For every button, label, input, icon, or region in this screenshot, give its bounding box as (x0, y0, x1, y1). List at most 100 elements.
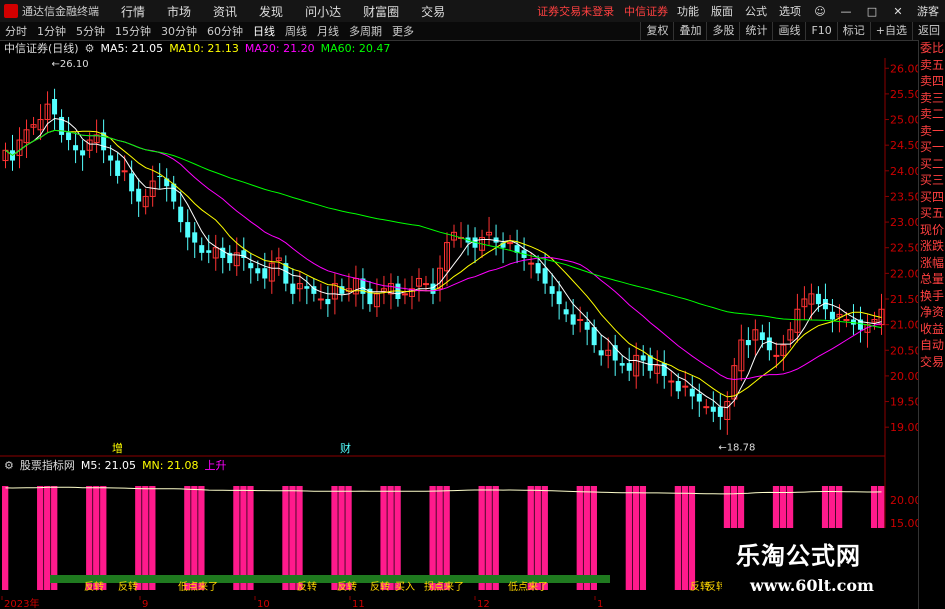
sidebar-item-17[interactable]: 收益 (919, 321, 945, 338)
sidebar-item-11[interactable]: 现价 (919, 222, 945, 239)
sidebar-item-16[interactable]: 净资 (919, 304, 945, 321)
sidebar-item-4[interactable]: 卖二 (919, 106, 945, 123)
y-tick-label-12: 20.00 (890, 370, 922, 383)
tool-mark[interactable]: 标记 (836, 22, 870, 40)
y-tick-label-3: 24.50 (890, 139, 922, 152)
period-5min[interactable]: 5分钟 (76, 23, 105, 39)
sidebar-item-13[interactable]: 涨幅 (919, 255, 945, 272)
site-watermark: 乐淘公式网 www.60lt.com (722, 528, 912, 604)
kline-chart[interactable]: 26.00 25.50 25.00 24.50 24.00 23.50 23.00 22.50… (0, 0, 945, 609)
y-tick-label-14: 19.00 (890, 421, 922, 434)
candle-body (149, 180, 156, 197)
candle-body (465, 237, 471, 243)
period-more[interactable]: 更多 (392, 23, 414, 39)
period-tick[interactable]: 分时 (5, 23, 27, 39)
tool-draw-line[interactable]: 画线 (772, 22, 805, 40)
menu-formula[interactable]: 公式 (745, 3, 767, 19)
candle-body (304, 286, 310, 289)
sidebar-item-5[interactable]: 卖一 (919, 123, 945, 140)
menu-item-ask[interactable]: 问小达 (305, 3, 341, 20)
menu-item-news[interactable]: 资讯 (213, 3, 237, 20)
indicator-bar (86, 486, 93, 590)
candle-body (829, 311, 835, 320)
minimize-icon[interactable]: — (839, 5, 853, 18)
sidebar-item-7[interactable]: 买二 (919, 156, 945, 173)
max-price-annotation: ←26.10 (52, 59, 89, 70)
candle-body (724, 401, 731, 420)
sidebar-item-6[interactable]: 买一 (919, 139, 945, 156)
y-tick-label-7: 22.50 (890, 242, 922, 255)
sidebar-item-8[interactable]: 买三 (919, 172, 945, 189)
tool-f10[interactable]: F10 (805, 22, 836, 40)
indicator-text-4: 反转 (337, 580, 357, 593)
sidebar-item-3[interactable]: 卖三 (919, 90, 945, 107)
indicator-line (5, 486, 882, 495)
ma60-label: MA60: 20.47 (320, 41, 391, 55)
app-logo-icon (4, 4, 18, 18)
login-notice[interactable]: 证券交易未登录 (537, 3, 614, 19)
menu-function[interactable]: 功能 (677, 3, 699, 19)
indicator-info-bar: ⚙ 股票指标网 M5: 21.05 MN: 21.08 上升 (0, 457, 232, 473)
candle-body (528, 262, 535, 265)
sidebar-item-15[interactable]: 换手 (919, 288, 945, 305)
candle-body (815, 293, 821, 305)
menu-item-market[interactable]: 行情 (121, 3, 145, 20)
close-icon[interactable]: ✕ (891, 5, 905, 18)
guest-label[interactable]: 游客 (917, 3, 939, 19)
menu-item-markets[interactable]: 市场 (167, 3, 191, 20)
menu-item-discover[interactable]: 发现 (259, 3, 283, 20)
period-weekly[interactable]: 周线 (285, 23, 307, 39)
tool-statistics[interactable]: 统计 (739, 22, 772, 40)
sidebar-item-10[interactable]: 买五 (919, 205, 945, 222)
period-60min[interactable]: 60分钟 (207, 23, 243, 39)
sidebar-item-2[interactable]: 卖四 (919, 73, 945, 90)
candle-body (486, 231, 493, 236)
indicator-name[interactable]: 股票指标网 (20, 457, 75, 473)
candle-body (787, 329, 794, 341)
candle-body (563, 309, 569, 315)
candle-body (458, 236, 465, 239)
candle-body (710, 406, 716, 412)
candle-body (745, 340, 751, 346)
menu-item-trade[interactable]: 交易 (421, 3, 445, 20)
period-15min[interactable]: 15分钟 (115, 23, 151, 39)
sidebar-item-19[interactable]: 交易 (919, 354, 945, 371)
sidebar-item-18[interactable]: 自动 (919, 337, 945, 354)
sidebar-item-12[interactable]: 涨跌 (919, 238, 945, 255)
ma10-label: MA10: 21.13 (169, 41, 239, 55)
candle-body (864, 324, 871, 333)
period-30min[interactable]: 30分钟 (161, 23, 197, 39)
sidebar-item-1[interactable]: 卖五 (919, 57, 945, 74)
period-multi[interactable]: 多周期 (349, 23, 382, 39)
tool-restore-right[interactable]: 复权 (640, 22, 673, 40)
tool-add-favorite[interactable]: +自选 (869, 22, 912, 40)
tool-overlay[interactable]: 叠加 (673, 22, 706, 40)
indicator-settings-icon[interactable]: ⚙ (4, 459, 14, 472)
sidebar-item-9[interactable]: 买四 (919, 189, 945, 206)
candle-body (373, 293, 380, 308)
candle-body (37, 119, 44, 131)
menu-layout[interactable]: 版面 (711, 3, 733, 19)
indicator-bar (2, 486, 9, 590)
period-1min[interactable]: 1分钟 (37, 23, 66, 39)
maximize-icon[interactable]: □ (865, 5, 879, 18)
tool-back[interactable]: 返回 (912, 22, 945, 40)
period-monthly[interactable]: 月线 (317, 23, 339, 39)
sidebar-item-14[interactable]: 总量 (919, 271, 945, 288)
candle-body (395, 283, 401, 299)
chat-icon[interactable]: ☺ (813, 5, 827, 18)
tool-multi-stock[interactable]: 多股 (706, 22, 739, 40)
broker-notice[interactable]: 中信证券 (624, 3, 668, 19)
ma5-line (5, 117, 882, 409)
candle-body (80, 150, 86, 156)
indicator-text-9: 反转 (690, 580, 710, 593)
sidebar-item-0[interactable]: 委比 (919, 40, 945, 57)
y-tick-label-4: 24.00 (890, 165, 922, 178)
settings-icon[interactable]: ⚙ (85, 42, 95, 55)
candle-body (360, 278, 366, 294)
x-tick-label-0: 2023年 (4, 597, 39, 609)
menu-item-wealth[interactable]: 财富圈 (363, 3, 399, 20)
ma20-line (5, 129, 882, 381)
menu-options[interactable]: 选项 (779, 3, 801, 19)
period-daily[interactable]: 日线 (253, 23, 275, 39)
